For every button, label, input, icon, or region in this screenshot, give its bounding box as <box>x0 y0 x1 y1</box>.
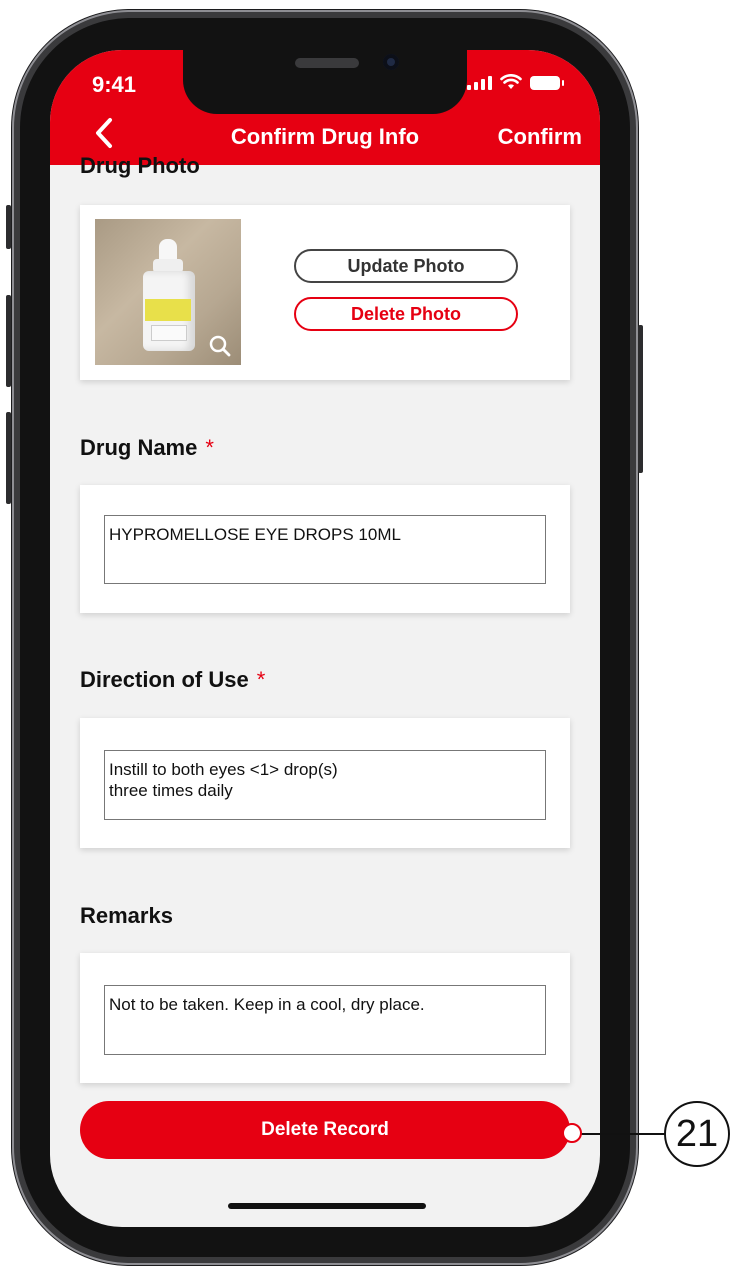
speaker <box>295 58 359 68</box>
drug-name-label: Drug Name * <box>80 435 214 461</box>
direction-of-use-card: Instill to both eyes <1> drop(s) three t… <box>80 718 570 848</box>
status-time: 9:41 <box>92 72 137 97</box>
remarks-label: Remarks <box>80 903 173 928</box>
direction-of-use-label-text: Direction of Use <box>80 667 249 692</box>
drug-name-label-text: Drug Name <box>80 435 198 460</box>
drug-photo[interactable] <box>95 219 241 365</box>
volume-down-button <box>6 412 11 504</box>
confirm-button[interactable]: Confirm <box>498 124 582 150</box>
signal-icon <box>467 76 492 90</box>
front-camera <box>383 54 399 70</box>
drug-photo-title: Drug Photo <box>80 153 200 178</box>
home-indicator <box>228 1203 426 1209</box>
mute-switch <box>6 205 11 249</box>
bottle-label-lower <box>151 325 187 341</box>
bottle-cap <box>159 239 177 261</box>
callout-number-badge: 21 <box>664 1101 730 1167</box>
app-header: 9:41 Confirm Drug Info Confirm <box>50 50 600 165</box>
callout-anchor <box>562 1123 582 1143</box>
direction-of-use-label: Direction of Use * <box>80 667 265 693</box>
scroll-content[interactable]: Drug Photo Update Photo Delete Photo Dru… <box>50 153 600 1227</box>
update-photo-button[interactable]: Update Photo <box>294 249 518 283</box>
volume-up-button <box>6 295 11 387</box>
required-mark: * <box>205 435 214 460</box>
direction-of-use-field[interactable]: Instill to both eyes <1> drop(s) three t… <box>104 750 546 820</box>
remarks-field[interactable]: Not to be taken. Keep in a cool, dry pla… <box>104 985 546 1055</box>
status-icons <box>467 74 564 90</box>
required-mark: * <box>256 667 266 692</box>
direction-line-1: Instill to both eyes <1> drop(s) <box>109 760 338 779</box>
phone-screen: 9:41 Confirm Drug Info Confirm Drug Phot… <box>50 50 600 1227</box>
bottle-label <box>145 299 191 321</box>
wifi-icon <box>500 74 522 89</box>
delete-record-button[interactable]: Delete Record <box>80 1101 570 1159</box>
delete-photo-button[interactable]: Delete Photo <box>294 297 518 331</box>
callout-line <box>574 1133 666 1135</box>
drug-photo-card: Update Photo Delete Photo <box>80 205 570 380</box>
power-button <box>638 325 643 473</box>
remarks-card: Not to be taken. Keep in a cool, dry pla… <box>80 953 570 1083</box>
search-icon[interactable] <box>209 335 231 357</box>
direction-line-2: three times daily <box>109 781 233 800</box>
notch <box>183 50 467 114</box>
drug-name-field[interactable]: HYPROMELLOSE EYE DROPS 10ML <box>104 515 546 584</box>
drug-name-card: HYPROMELLOSE EYE DROPS 10ML <box>80 485 570 613</box>
battery-icon <box>530 76 564 90</box>
